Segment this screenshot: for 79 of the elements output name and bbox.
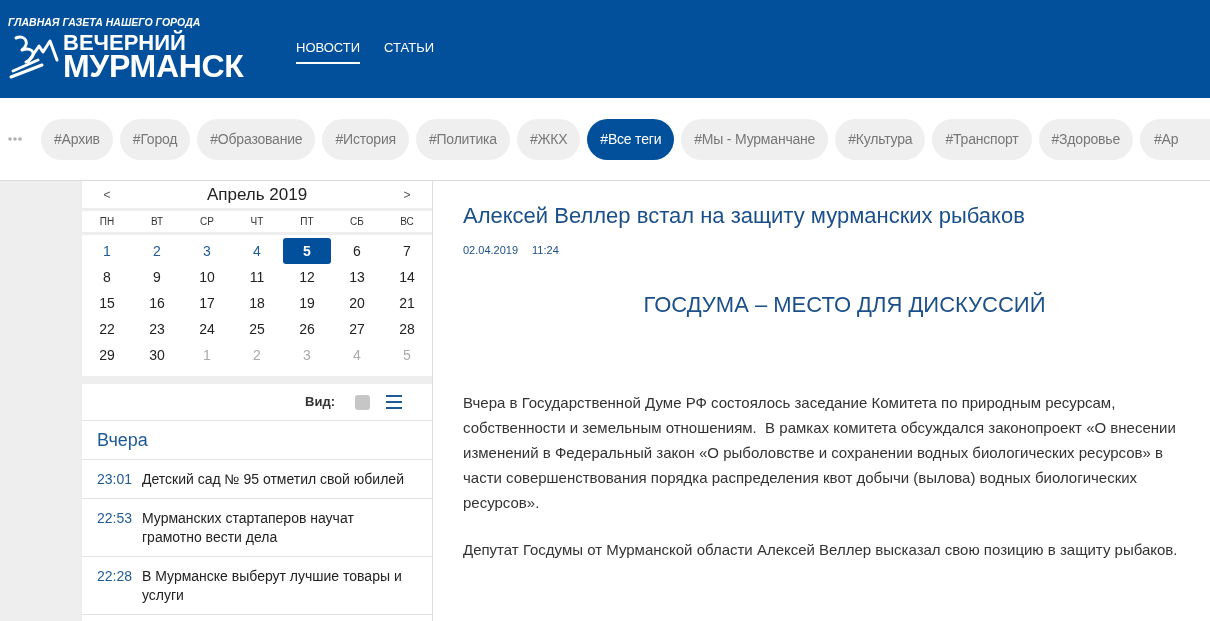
calendar-day: 4	[333, 342, 381, 368]
tag-button[interactable]: #Здоровье	[1038, 118, 1134, 160]
tag-button[interactable]: #Мы - Мурманчане	[681, 118, 829, 160]
weekday-label: СР	[199, 215, 215, 229]
tag-button[interactable]: #Все теги	[587, 118, 675, 160]
calendar-day: 27	[333, 316, 381, 342]
view-label: Вид:	[305, 393, 335, 412]
tag-button[interactable]: #Политика	[415, 118, 510, 160]
calendar-day: 29	[83, 342, 131, 368]
calendar-day: 3	[283, 342, 331, 368]
calendar-day: 26	[283, 316, 331, 342]
article-subtitle: ГОСДУМА – МЕСТО ДЛЯ ДИСКУССИЙ	[642, 291, 1047, 319]
calendar-day: 7	[383, 238, 431, 264]
nav-link[interactable]: НОВОСТИ	[296, 38, 361, 64]
menu-list-view-icon[interactable]	[386, 395, 402, 409]
news-title-link[interactable]: Мурманских стартаперов научат грамотно вести дела	[142, 508, 412, 547]
tag-button[interactable]: #Транспорт	[932, 118, 1032, 160]
calendar-day: 1	[183, 342, 231, 368]
logo-name-bottom: МУРМАНСК	[63, 51, 244, 80]
calendar-day: 13	[333, 264, 381, 290]
calendar-day: 10	[183, 264, 231, 290]
calendar-day: 16	[133, 290, 181, 316]
calendar-day: 15	[83, 290, 131, 316]
article-paragraph: Вчера в Государственной Думе РФ состоялось заседание Комитета по природным ресурсам, собственности и земельным отношениям. В рамках комитета обсуждался законопроект «О внесении изменений в Федеральный закон «О рыболовстве и сохранении водных биологических ресурсов» в части совершенствования порядка распределения квот добычи (вылова) водных биологических ресурсов».	[463, 393, 1177, 513]
calendar-day: 18	[233, 290, 281, 316]
weekday-label: ПН	[98, 215, 116, 229]
calendar-day: 6	[333, 238, 381, 264]
article-paragraph: Депутат Госдумы от Мурманской области Алексей Веллер высказал свою позицию в защиту рыбаков.	[463, 540, 1179, 560]
calendar-day-link[interactable]: 2	[133, 238, 181, 264]
calendar-day-link[interactable]: 1	[83, 238, 131, 264]
tag-button[interactable]: #Город	[119, 118, 191, 160]
calendar-day: 24	[183, 316, 231, 342]
tag-button[interactable]: #Архив	[41, 118, 113, 160]
calendar-day: 8	[83, 264, 131, 290]
calendar-day: 12	[283, 264, 331, 290]
tag-button[interactable]: #История	[322, 118, 409, 160]
tag-button[interactable]: #Культура	[835, 118, 926, 160]
weekday-label: ПТ	[299, 215, 315, 229]
calendar-day: 14	[383, 264, 431, 290]
calendar-day: 19	[283, 290, 331, 316]
tag-button[interactable]: #Ар	[1140, 118, 1210, 160]
news-time: 22:53	[97, 508, 134, 528]
news-time: 23:01	[97, 469, 134, 489]
calendar-day-link[interactable]: 3	[183, 238, 231, 264]
calendar-day: 25	[233, 316, 281, 342]
calendar-day: 17	[183, 290, 231, 316]
calendar-day: 5	[383, 342, 431, 368]
news-title-link[interactable]: В Мурманске выберут лучшие товары и услуги	[142, 566, 412, 605]
calendar-day: 23	[133, 316, 181, 342]
weekday-label: ВС	[399, 215, 415, 229]
calendar-day: 28	[383, 316, 431, 342]
calendar-title: Апрель 2019	[205, 183, 309, 206]
news-title-link[interactable]: Детский сад № 95 отметил свой юбилей	[142, 469, 404, 489]
calendar-day: 30	[133, 342, 181, 368]
article-title: Алексей Веллер встал на защиту мурманских рыбаков	[463, 202, 1026, 230]
logo-tagline: ГЛАВНАЯ ГАЗЕТА НАШЕГО ГОРОДА	[8, 16, 201, 29]
calendar-day-link[interactable]: 4	[233, 238, 281, 264]
article-date: 02.04.2019	[463, 243, 519, 257]
news-time: 22:28	[97, 566, 134, 586]
article-time: 11:24	[532, 243, 559, 257]
weekday-label: ВТ	[149, 215, 165, 229]
calendar-day: 22	[83, 316, 131, 342]
logo-name-top: ВЕЧЕРНИЙ	[63, 32, 186, 52]
weekday-label: СБ	[349, 215, 365, 229]
calendar-day: 2	[233, 342, 281, 368]
calendar-day: 21	[383, 290, 431, 316]
calendar-day-link[interactable]: 5	[283, 238, 331, 264]
calendar-day: 11	[233, 264, 281, 290]
nav-link[interactable]: СТАТЬИ	[384, 38, 435, 64]
prev-month-button[interactable]: <	[103, 185, 111, 204]
calendar-day: 9	[133, 264, 181, 290]
more-dots-icon[interactable]	[8, 137, 22, 141]
tag-button[interactable]: #ЖКХ	[516, 118, 581, 160]
weekday-label: ЧТ	[249, 215, 265, 229]
tag-button[interactable]: #Образование	[197, 118, 316, 160]
tile-view-icon[interactable]	[355, 394, 370, 410]
calendar-day: 20	[333, 290, 381, 316]
day-heading: Вчера	[97, 428, 148, 452]
next-month-button[interactable]: >	[403, 185, 411, 204]
